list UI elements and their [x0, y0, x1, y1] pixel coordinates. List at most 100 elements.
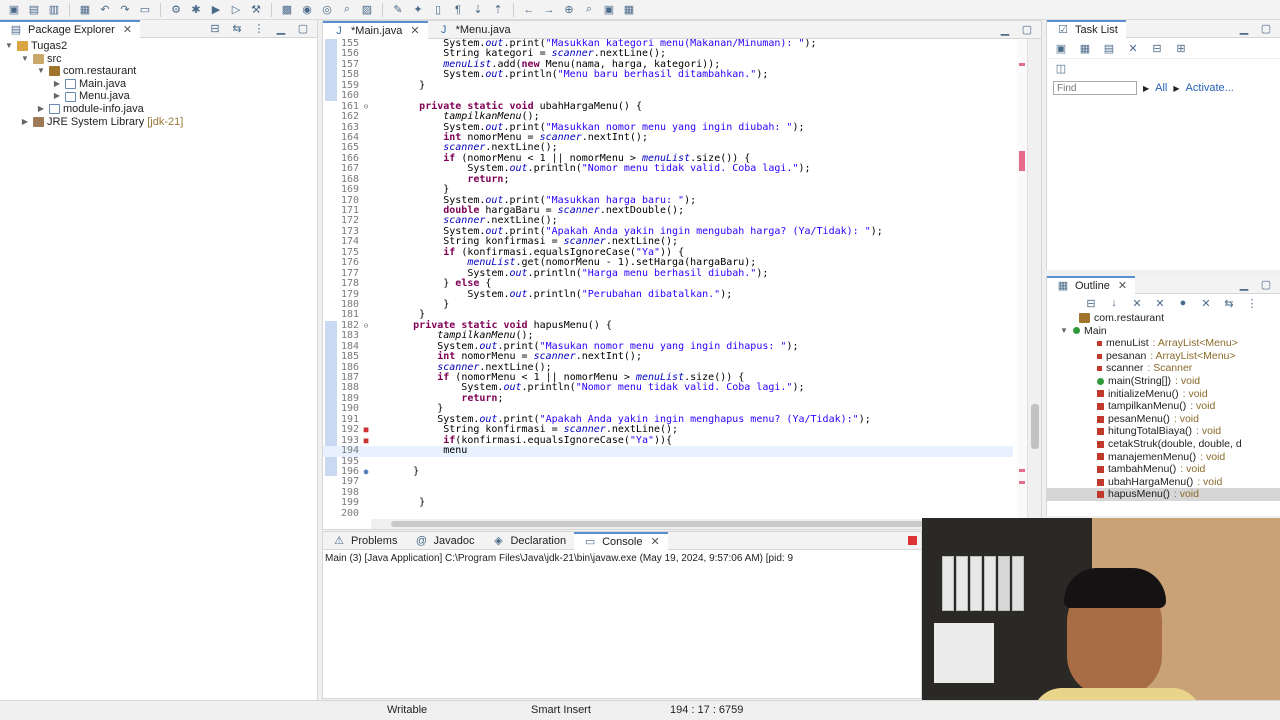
chevron-right-icon[interactable]: ▶ — [20, 116, 30, 129]
close-icon[interactable]: ✕ — [410, 24, 419, 37]
next-annotation-icon[interactable]: ⇣ — [470, 3, 486, 17]
maximize-icon[interactable]: ▢ — [295, 22, 311, 36]
code-line[interactable]: 180 } — [323, 299, 1013, 310]
minimize-icon[interactable]: ▁ — [1236, 22, 1252, 36]
link-editor-icon[interactable]: ⇆ — [229, 22, 245, 36]
hide-fields-icon[interactable]: ✕ — [1129, 296, 1145, 310]
terminal-icon[interactable]: ▭ — [137, 3, 153, 17]
save-all-icon[interactable]: ▥ — [46, 3, 62, 17]
hide-nonpublic-icon[interactable]: ● — [1175, 296, 1191, 310]
outline-member[interactable]: main(String[]) : void — [1047, 375, 1280, 388]
code-line[interactable]: 194 menu — [323, 445, 1013, 457]
code-line[interactable]: 158 System.out.println("Menu baru berhas… — [323, 69, 1013, 80]
tree-item[interactable]: ▼ Tugas2 — [4, 40, 317, 53]
java-perspective-icon[interactable]: ▦ — [621, 3, 637, 17]
perspective-icon[interactable]: ▣ — [601, 3, 617, 17]
outline-member[interactable]: manajemenMenu() : void — [1047, 451, 1280, 464]
sort-icon[interactable]: ↓ — [1106, 296, 1122, 310]
search-icon[interactable]: ⌕ — [339, 3, 355, 17]
tool-icon[interactable]: ⚙ — [168, 3, 184, 17]
editor-tab[interactable]: J *Main.java ✕ — [323, 20, 428, 39]
new-class-icon[interactable]: ◉ — [299, 3, 315, 17]
bottom-tab[interactable]: ◈ Declaration — [482, 532, 574, 550]
code-line[interactable]: 197 — [323, 476, 1013, 487]
outline-member[interactable]: ubahHargaMenu() : void — [1047, 476, 1280, 489]
back-icon[interactable]: ← — [521, 3, 537, 17]
chevron-down-icon[interactable]: ▼ — [20, 53, 30, 66]
outline-class[interactable]: ▼ Main — [1047, 325, 1280, 338]
find-input[interactable] — [1053, 81, 1137, 95]
maximize-icon[interactable]: ▢ — [1258, 278, 1274, 292]
run-icon[interactable]: ▶ — [208, 3, 224, 17]
hide-static-icon[interactable]: ✕ — [1152, 296, 1168, 310]
print-icon[interactable]: ▦ — [77, 3, 93, 17]
outline-member[interactable]: initializeMenu() : void — [1047, 388, 1280, 401]
block-selection-icon[interactable]: ▯ — [430, 3, 446, 17]
bottom-tab[interactable]: ▭ Console ✕ — [574, 531, 668, 550]
code-line[interactable]: 198 — [323, 487, 1013, 498]
chevron-down-icon[interactable]: ▼ — [4, 40, 14, 53]
activate-link[interactable]: Activate... — [1186, 82, 1234, 94]
outline-member[interactable]: scanner : Scanner — [1047, 362, 1280, 375]
undo-icon[interactable]: ↶ — [97, 3, 113, 17]
code-line[interactable]: 200 — [323, 508, 1013, 519]
new-package-icon[interactable]: ▩ — [279, 3, 295, 17]
editor-tab[interactable]: J *Menu.java — [428, 21, 519, 39]
outline-member[interactable]: menuList : ArrayList<Menu> — [1047, 337, 1280, 350]
chevron-right-icon[interactable]: ▶ — [36, 103, 46, 116]
bottom-tab[interactable]: ⚠ Problems — [323, 532, 405, 550]
bottom-tab[interactable]: @ Javadoc — [405, 532, 482, 550]
annotation-icon[interactable]: ✎ — [390, 3, 406, 17]
close-icon[interactable]: ✕ — [1118, 279, 1127, 292]
close-icon[interactable]: ✕ — [123, 23, 132, 36]
scroll-thumb[interactable] — [391, 521, 991, 527]
tree-item[interactable]: ▼ src — [4, 53, 317, 66]
view-menu-icon[interactable]: ⋮ — [1244, 296, 1260, 310]
code-editor[interactable]: 155 System.out.print("Masukkan kategori … — [323, 39, 1041, 521]
code-line[interactable]: 185 int nomorMenu = scanner.nextInt(); — [323, 351, 1013, 362]
tree-item[interactable]: ▶ module-info.java — [4, 103, 317, 116]
coverage-icon[interactable]: ▷ — [228, 3, 244, 17]
view-menu-icon[interactable]: ⋮ — [251, 22, 267, 36]
new-task-icon[interactable]: ▣ — [1053, 41, 1069, 55]
tree-item[interactable]: ▶ Menu.java — [4, 90, 317, 103]
outline-member[interactable]: cetakStruk(double, double, d — [1047, 438, 1280, 451]
outline-member[interactable]: pesanMenu() : void — [1047, 413, 1280, 426]
all-link[interactable]: All — [1155, 82, 1167, 94]
scroll-thumb[interactable] — [1031, 404, 1039, 449]
external-tools-icon[interactable]: ⚒ — [248, 3, 264, 17]
code-line[interactable]: 159 } — [323, 80, 1013, 91]
tree-item[interactable]: ▶ Main.java — [4, 78, 317, 91]
open-type-icon[interactable]: ◎ — [319, 3, 335, 17]
code-line[interactable]: 199 } — [323, 497, 1013, 508]
tab-task-list[interactable]: ☑ Task List — [1047, 19, 1126, 38]
outline-member[interactable]: tambahMenu() : void — [1047, 463, 1280, 476]
chevron-down-icon[interactable]: ▼ — [36, 65, 46, 78]
outline-member[interactable]: hapusMenu() : void — [1047, 488, 1280, 501]
new-icon[interactable]: ▣ — [6, 3, 22, 17]
delete-icon[interactable]: ✕ — [1125, 41, 1141, 55]
collapse-all-icon[interactable]: ⊟ — [1083, 296, 1099, 310]
play-icon[interactable]: ▶ — [1143, 84, 1149, 93]
tab-outline[interactable]: ▦ Outline ✕ — [1047, 275, 1136, 294]
terminate-icon[interactable] — [908, 536, 917, 545]
chevron-right-icon[interactable]: ▶ — [52, 90, 62, 103]
maximize-icon[interactable]: ▢ — [1019, 23, 1035, 37]
code-line[interactable]: 195 — [323, 456, 1013, 467]
show-whitespace-icon[interactable]: ¶ — [450, 3, 466, 17]
forward-icon[interactable]: → — [541, 3, 557, 17]
close-icon[interactable]: ✕ — [650, 535, 659, 548]
redo-icon[interactable]: ↷ — [117, 3, 133, 17]
minimize-icon[interactable]: ▁ — [273, 22, 289, 36]
save-icon[interactable]: ▤ — [26, 3, 42, 17]
code-line[interactable]: 196 ● } — [323, 466, 1013, 477]
categorize-icon[interactable]: ▤ — [1101, 41, 1117, 55]
hide-local-types-icon[interactable]: ✕ — [1198, 296, 1214, 310]
tree-item[interactable]: ▶ JRE System Library [jdk-21] — [4, 116, 317, 129]
outline-member[interactable]: tampilkanMenu() : void — [1047, 400, 1280, 413]
filter-icon[interactable]: ▦ — [1077, 41, 1093, 55]
debug-icon[interactable]: ✱ — [188, 3, 204, 17]
minimize-icon[interactable]: ▁ — [997, 23, 1013, 37]
chevron-right-icon[interactable]: ▶ — [52, 78, 62, 91]
maximize-icon[interactable]: ▢ — [1258, 22, 1274, 36]
